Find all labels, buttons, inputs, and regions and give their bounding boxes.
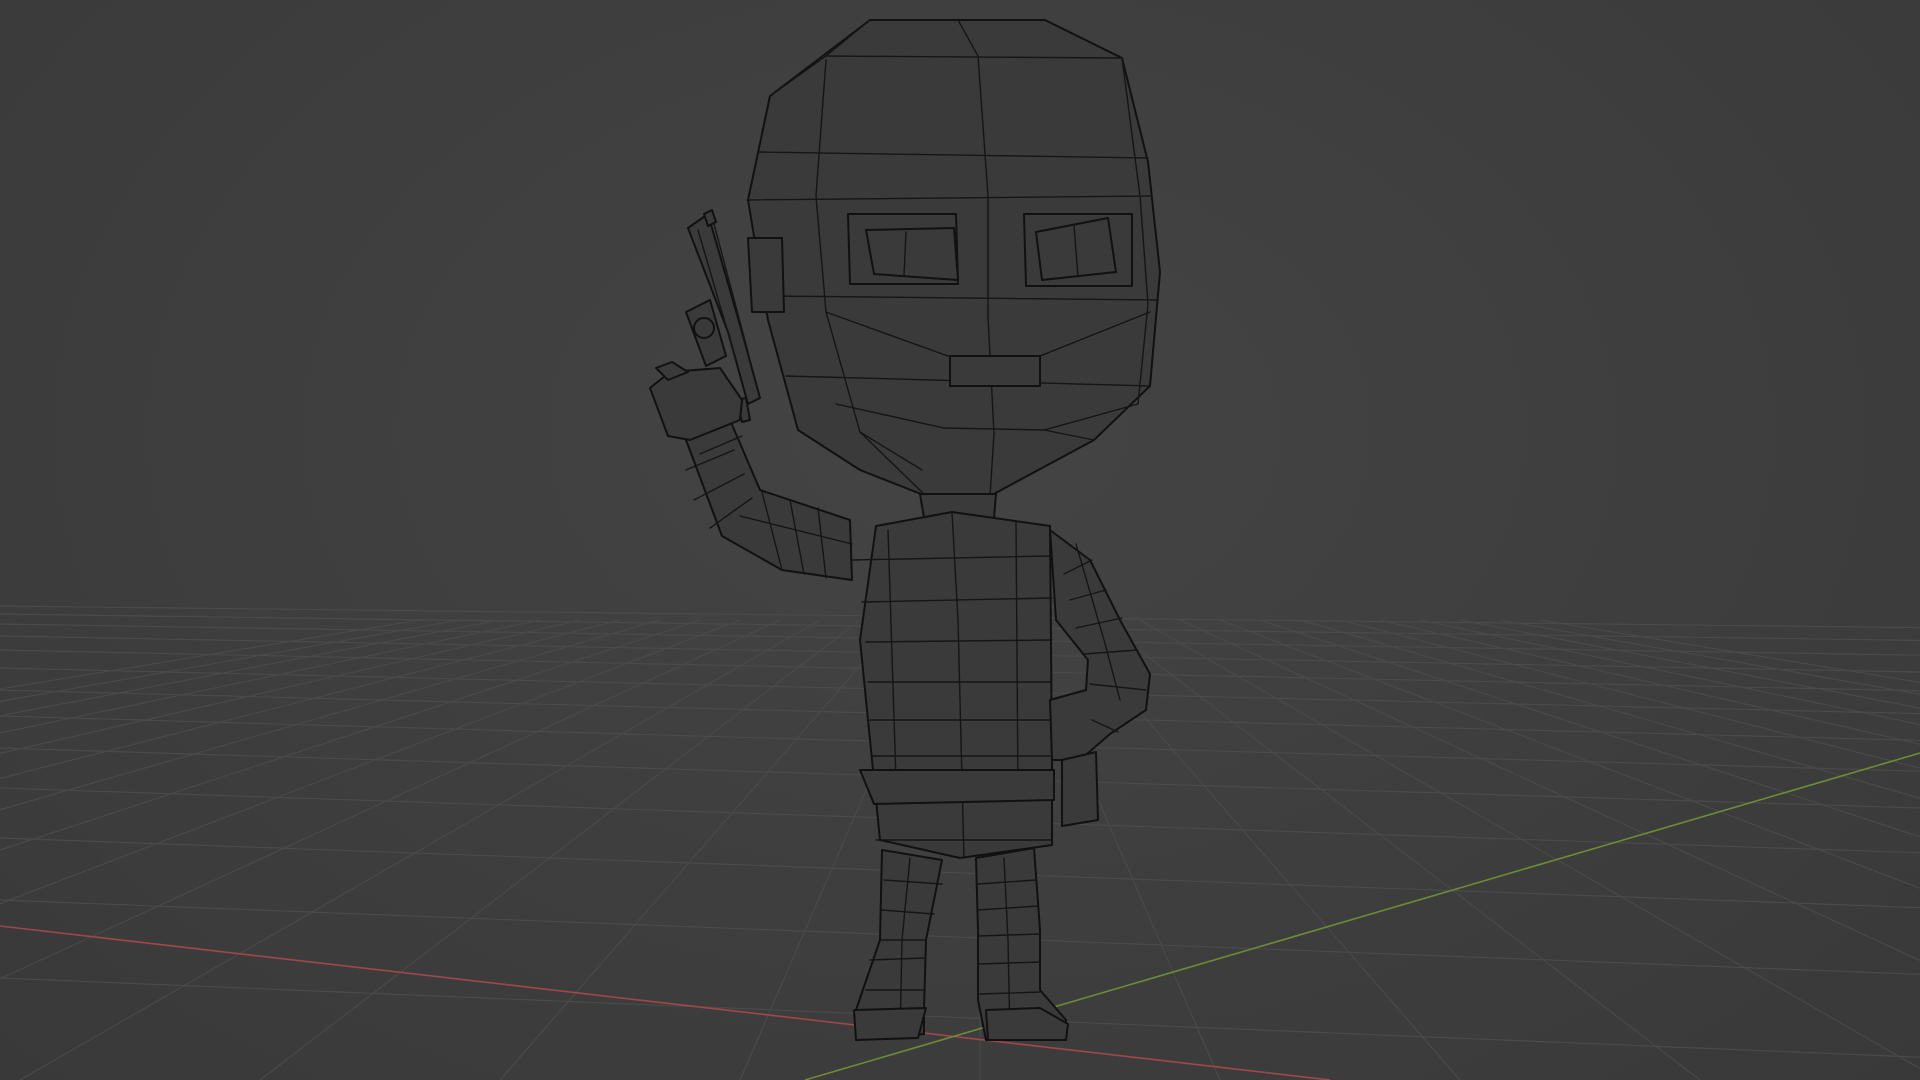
3d-viewport[interactable] [0,0,1920,1080]
grid-line [0,619,461,702]
hip-arm-mesh[interactable] [1049,529,1151,827]
grid-line [0,619,541,734]
eye-left-mesh[interactable] [847,213,959,285]
torso-mesh[interactable] [851,511,1055,859]
grid-line [0,619,581,754]
grid-line [0,899,1920,975]
grid-line [0,619,621,780]
leg-left-mesh[interactable] [853,849,943,1041]
character-wireframe[interactable] [649,19,1161,1041]
grid-line [0,619,781,980]
grid-line [0,977,1920,1058]
x-axis-line [0,925,1331,1080]
grid-line [0,619,501,717]
viewport-canvas[interactable] [0,0,1920,1080]
grid-line [1139,619,1920,1070]
eye-right-mesh[interactable] [1023,213,1133,287]
